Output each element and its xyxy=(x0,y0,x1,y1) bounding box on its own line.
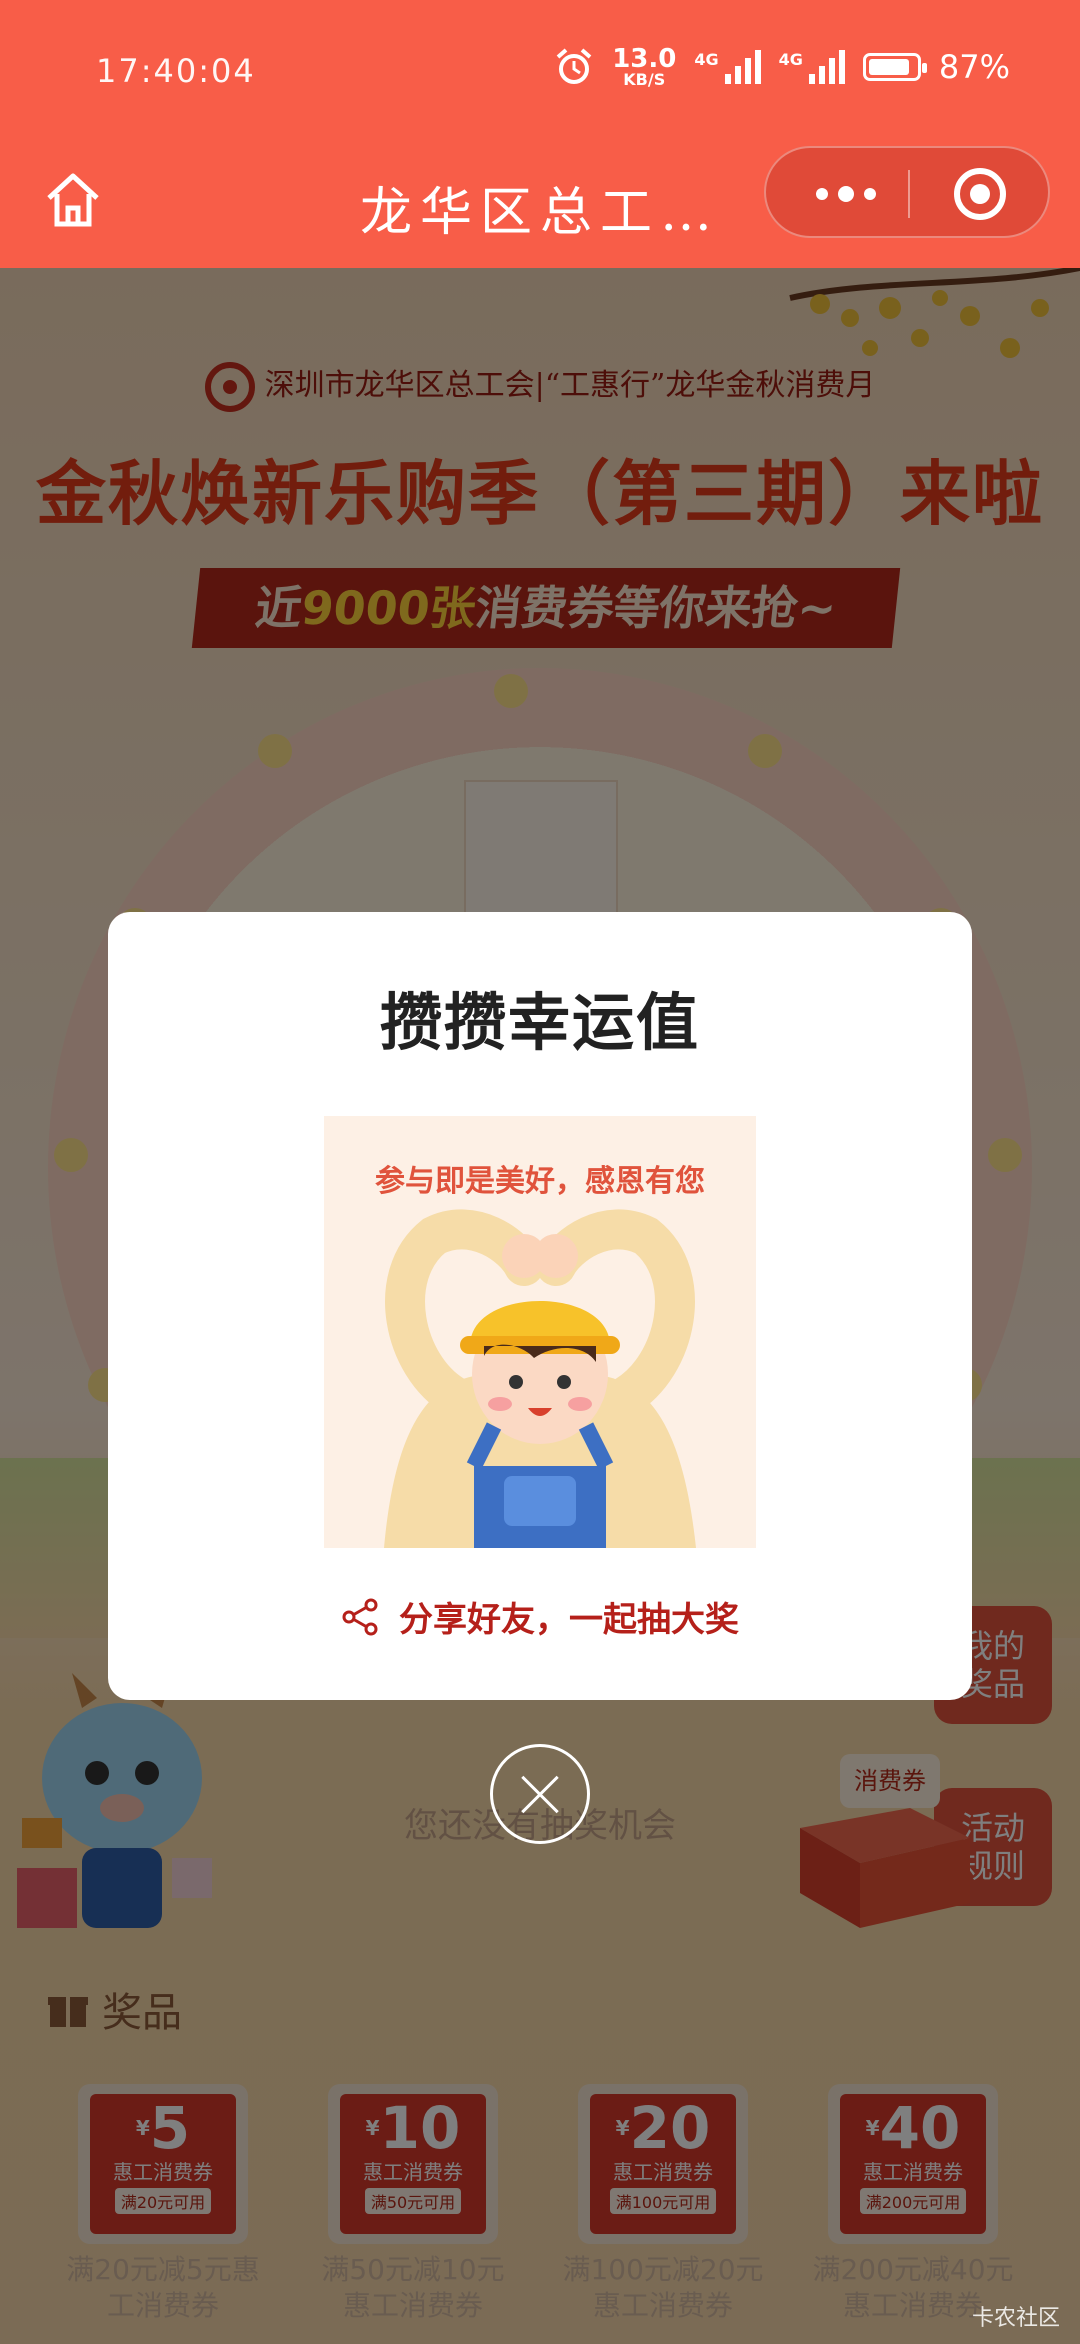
battery-icon xyxy=(862,53,927,81)
capsule-menu xyxy=(764,146,1050,238)
status-bar: 17:40:04 13.0 KB/S 4G 4G 87% xyxy=(0,0,1080,140)
network-type-1: 4G xyxy=(694,50,719,69)
signal-1: 4G xyxy=(694,50,761,84)
target-icon[interactable] xyxy=(954,168,1006,220)
nav-title: 龙华区总工… xyxy=(360,183,721,243)
share-icon xyxy=(342,1598,378,1635)
close-icon[interactable] xyxy=(490,1744,590,1844)
share-button[interactable]: 分享好友，一起抽大奖 xyxy=(108,1592,972,1641)
thanks-illustration: 参与即是美好，感恩有您 xyxy=(324,1116,756,1548)
illustration-caption: 参与即是美好，感恩有您 xyxy=(375,1164,705,1199)
watermark: 卡农社区 xyxy=(971,2306,1060,2331)
home-button[interactable] xyxy=(38,160,108,240)
status-icons: 13.0 KB/S 4G 4G 87% xyxy=(554,46,1010,88)
status-time: 17:40:04 xyxy=(96,52,256,90)
capsule-divider xyxy=(908,170,910,218)
lucky-value-dialog: 攒攒幸运值 参与即是美好，感恩有您 分享好友，一起抽大奖 xyxy=(108,912,972,1700)
share-text: 分享好友，一起抽大奖 xyxy=(399,1600,739,1640)
net-speed-value: 13.0 xyxy=(612,44,677,74)
signal-bars-2-icon xyxy=(808,50,845,84)
dialog-title: 攒攒幸运值 xyxy=(379,986,700,1059)
battery-percent: 87% xyxy=(938,48,1010,86)
worker-heart-hands-icon xyxy=(384,1209,696,1548)
mini-program-nav-bar: 龙华区总工… xyxy=(0,140,1080,268)
network-type-2: 4G xyxy=(778,50,803,69)
battery-fill xyxy=(868,59,909,75)
more-dots-icon[interactable] xyxy=(806,168,886,220)
signal-2: 4G xyxy=(779,50,845,84)
net-speed-unit: KB/S xyxy=(623,70,666,89)
alarm-clock-icon xyxy=(556,48,592,84)
signal-bars-1-icon xyxy=(724,50,761,84)
home-icon xyxy=(47,173,99,227)
net-speed: 13.0 KB/S xyxy=(612,46,676,88)
